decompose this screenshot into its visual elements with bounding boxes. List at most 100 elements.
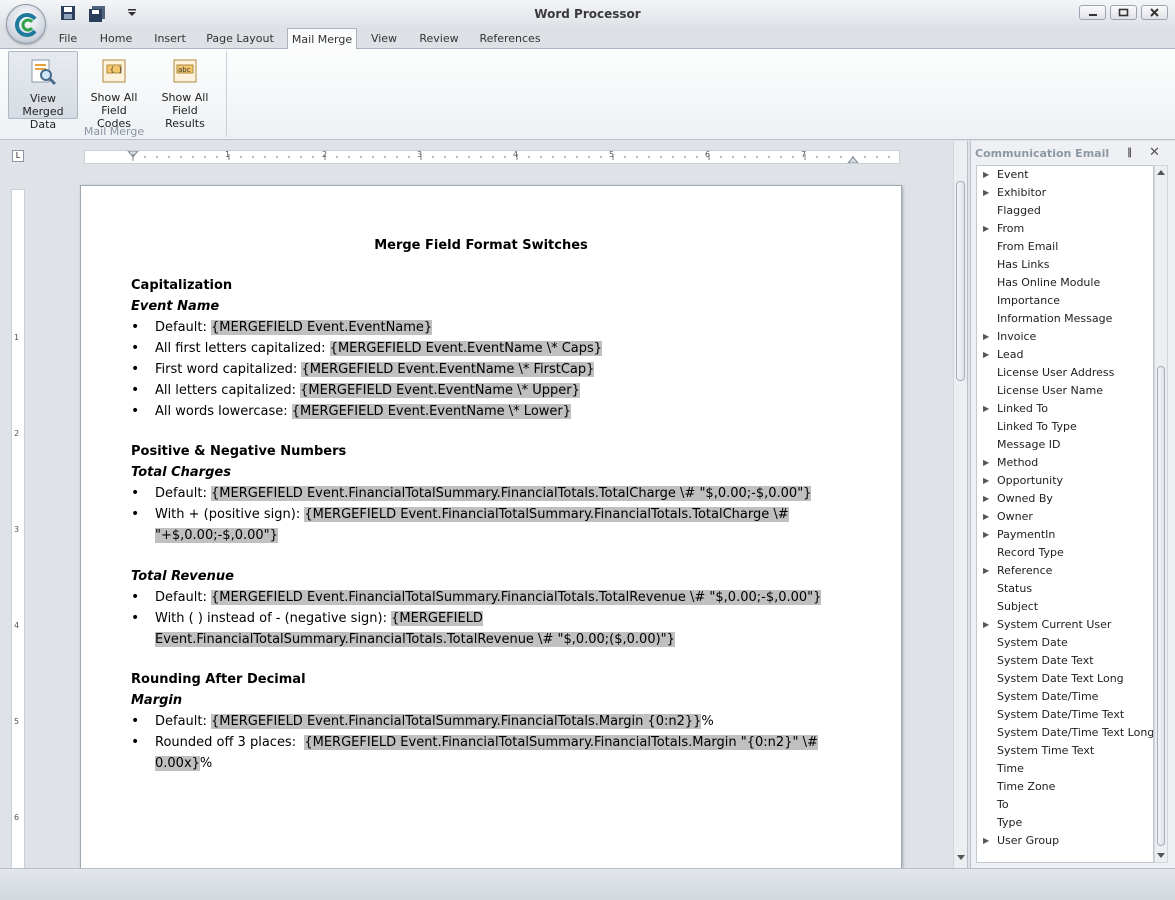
field-list-item[interactable]: ▶ Linked To [977,400,1153,418]
field-list-item[interactable]: System Date/Time Text Long [977,724,1153,742]
merge-field[interactable]: {MERGEFIELD [391,611,483,626]
document-content[interactable]: Merge Field Format Switches Capitalizati… [131,236,831,774]
merge-field-continued[interactable]: "+$,0.00;-$,0.00"} [155,528,278,543]
expand-arrow-icon[interactable]: ▶ [983,346,989,364]
field-list-item[interactable]: Has Online Module [977,274,1153,292]
scroll-up-icon[interactable] [1156,168,1166,178]
field-list-item-label: Has Links [997,258,1050,271]
field-list-item[interactable]: ▶ User Group [977,832,1153,850]
tab-mail-merge[interactable]: Mail Merge [287,28,357,49]
field-list-item[interactable]: ▶ Lead [977,346,1153,364]
show-all-field-results-button[interactable]: abc Show All Field Results [152,51,218,130]
expand-arrow-icon[interactable]: ▶ [983,184,989,202]
field-list-item[interactable]: Has Links [977,256,1153,274]
merge-field[interactable]: {MERGEFIELD Event.EventName} [211,320,433,335]
tab-references[interactable]: References [476,28,544,49]
field-list-item[interactable]: ▶ Reference [977,562,1153,580]
merge-field[interactable]: {MERGEFIELD Event.EventName \* Caps} [329,341,603,356]
vertical-ruler[interactable]: 1 2 3 4 5 6 [11,189,25,869]
field-list-item[interactable]: ▶ System Current User [977,616,1153,634]
app-menu-button[interactable] [6,4,46,44]
merge-field[interactable]: {MERGEFIELD Event.EventName \* Upper} [300,383,580,398]
section-heading-numbers: Positive & Negative Numbers [131,444,347,459]
field-list-item[interactable]: Time Zone [977,778,1153,796]
tab-view[interactable]: View [366,28,402,49]
field-list-item[interactable]: ▶ Owned By [977,490,1153,508]
minimize-button[interactable] [1079,5,1106,20]
field-list-item[interactable]: ▶ From [977,220,1153,238]
expand-arrow-icon[interactable]: ▶ [983,166,989,184]
field-list-scrollbar[interactable] [1154,165,1168,863]
scrollbar-thumb[interactable] [956,181,965,381]
expand-arrow-icon[interactable]: ▶ [983,832,989,850]
field-list-item[interactable]: System Date/Time Text [977,706,1153,724]
pin-icon[interactable]: ‖ [1127,147,1132,158]
merge-field-continued[interactable]: 0.00x} [155,756,200,771]
expand-arrow-icon[interactable]: ▶ [983,454,989,472]
field-list-item[interactable]: ▶ Event [977,166,1153,184]
field-list-item[interactable]: Linked To Type [977,418,1153,436]
field-list-item[interactable]: From Email [977,238,1153,256]
field-list-item[interactable]: Status [977,580,1153,598]
field-list-item[interactable]: ▶ Opportunity [977,472,1153,490]
expand-arrow-icon[interactable]: ▶ [983,220,989,238]
scroll-down-icon[interactable] [956,852,966,862]
field-list-item[interactable]: Record Type [977,544,1153,562]
close-button[interactable] [1141,5,1168,20]
expand-arrow-icon[interactable]: ▶ [983,490,989,508]
merge-field[interactable]: {MERGEFIELD Event.FinancialTotalSummary.… [211,590,822,605]
merge-field[interactable]: {MERGEFIELD Event.EventName \* FirstCap} [301,362,595,377]
expand-arrow-icon[interactable]: ▶ [983,526,989,544]
horizontal-ruler[interactable]: 1 2 3 4 5 6 7 [84,150,938,164]
expand-arrow-icon[interactable]: ▶ [983,472,989,490]
document-page[interactable]: Merge Field Format Switches Capitalizati… [80,185,902,885]
expand-arrow-icon[interactable]: ▶ [983,616,989,634]
scroll-down-icon[interactable] [1156,850,1166,860]
tab-home[interactable]: Home [96,28,136,49]
field-list-item[interactable]: Subject [977,598,1153,616]
merge-field[interactable]: {MERGEFIELD Event.FinancialTotalSummary.… [304,507,789,522]
field-list-item[interactable]: Importance [977,292,1153,310]
field-list-item[interactable]: License User Address [977,364,1153,382]
show-all-field-codes-button[interactable]: { } Show All Field Codes [83,51,145,130]
field-list-item[interactable]: System Date [977,634,1153,652]
field-list-item[interactable]: Type [977,814,1153,832]
tab-file[interactable]: File [52,28,84,49]
scrollbar-thumb[interactable] [1157,366,1165,846]
field-list-item[interactable]: Message ID [977,436,1153,454]
merge-field-continued[interactable]: Event.FinancialTotalSummary.FinancialTot… [155,632,675,647]
document-vertical-scrollbar[interactable] [953,141,967,868]
tab-insert[interactable]: Insert [148,28,192,49]
field-list-item[interactable]: To [977,796,1153,814]
field-list-item[interactable]: System Date Text [977,652,1153,670]
field-list-item[interactable]: ▶ Method [977,454,1153,472]
merge-field[interactable]: {MERGEFIELD Event.EventName \* Lower} [291,404,572,419]
maximize-button[interactable] [1110,5,1137,20]
field-list-item[interactable]: ▶ PaymentIn [977,526,1153,544]
merge-field[interactable]: {MERGEFIELD Event.FinancialTotalSummary.… [211,714,702,729]
percent-suffix: % [199,756,213,771]
field-list-item-label: License User Address [997,366,1115,379]
expand-arrow-icon[interactable]: ▶ [983,400,989,418]
tab-page-layout[interactable]: Page Layout [204,28,276,49]
expand-arrow-icon[interactable]: ▶ [983,328,989,346]
field-list-item[interactable]: License User Name [977,382,1153,400]
field-list-item[interactable]: ▶ Exhibitor [977,184,1153,202]
view-merged-data-button[interactable]: View Merged Data [8,51,78,131]
field-list-item[interactable]: Time [977,760,1153,778]
field-list-item[interactable]: System Date/Time [977,688,1153,706]
field-list-item[interactable]: Flagged [977,202,1153,220]
merge-field[interactable]: {MERGEFIELD Event.FinancialTotalSummary.… [211,486,812,501]
field-list-item[interactable]: System Time Text [977,742,1153,760]
field-list-item[interactable]: Information Message [977,310,1153,328]
close-pane-icon[interactable]: ✕ [1149,145,1160,160]
merge-field[interactable]: {MERGEFIELD Event.FinancialTotalSummary.… [304,735,818,750]
expand-arrow-icon[interactable]: ▶ [983,508,989,526]
field-list-item[interactable]: System Date Text Long [977,670,1153,688]
expand-arrow-icon[interactable]: ▶ [983,562,989,580]
ruler-marks [126,150,938,164]
tab-stop-selector[interactable]: L [12,150,24,162]
tab-review[interactable]: Review [414,28,464,49]
field-list-item[interactable]: ▶ Owner [977,508,1153,526]
field-list-item[interactable]: ▶ Invoice [977,328,1153,346]
